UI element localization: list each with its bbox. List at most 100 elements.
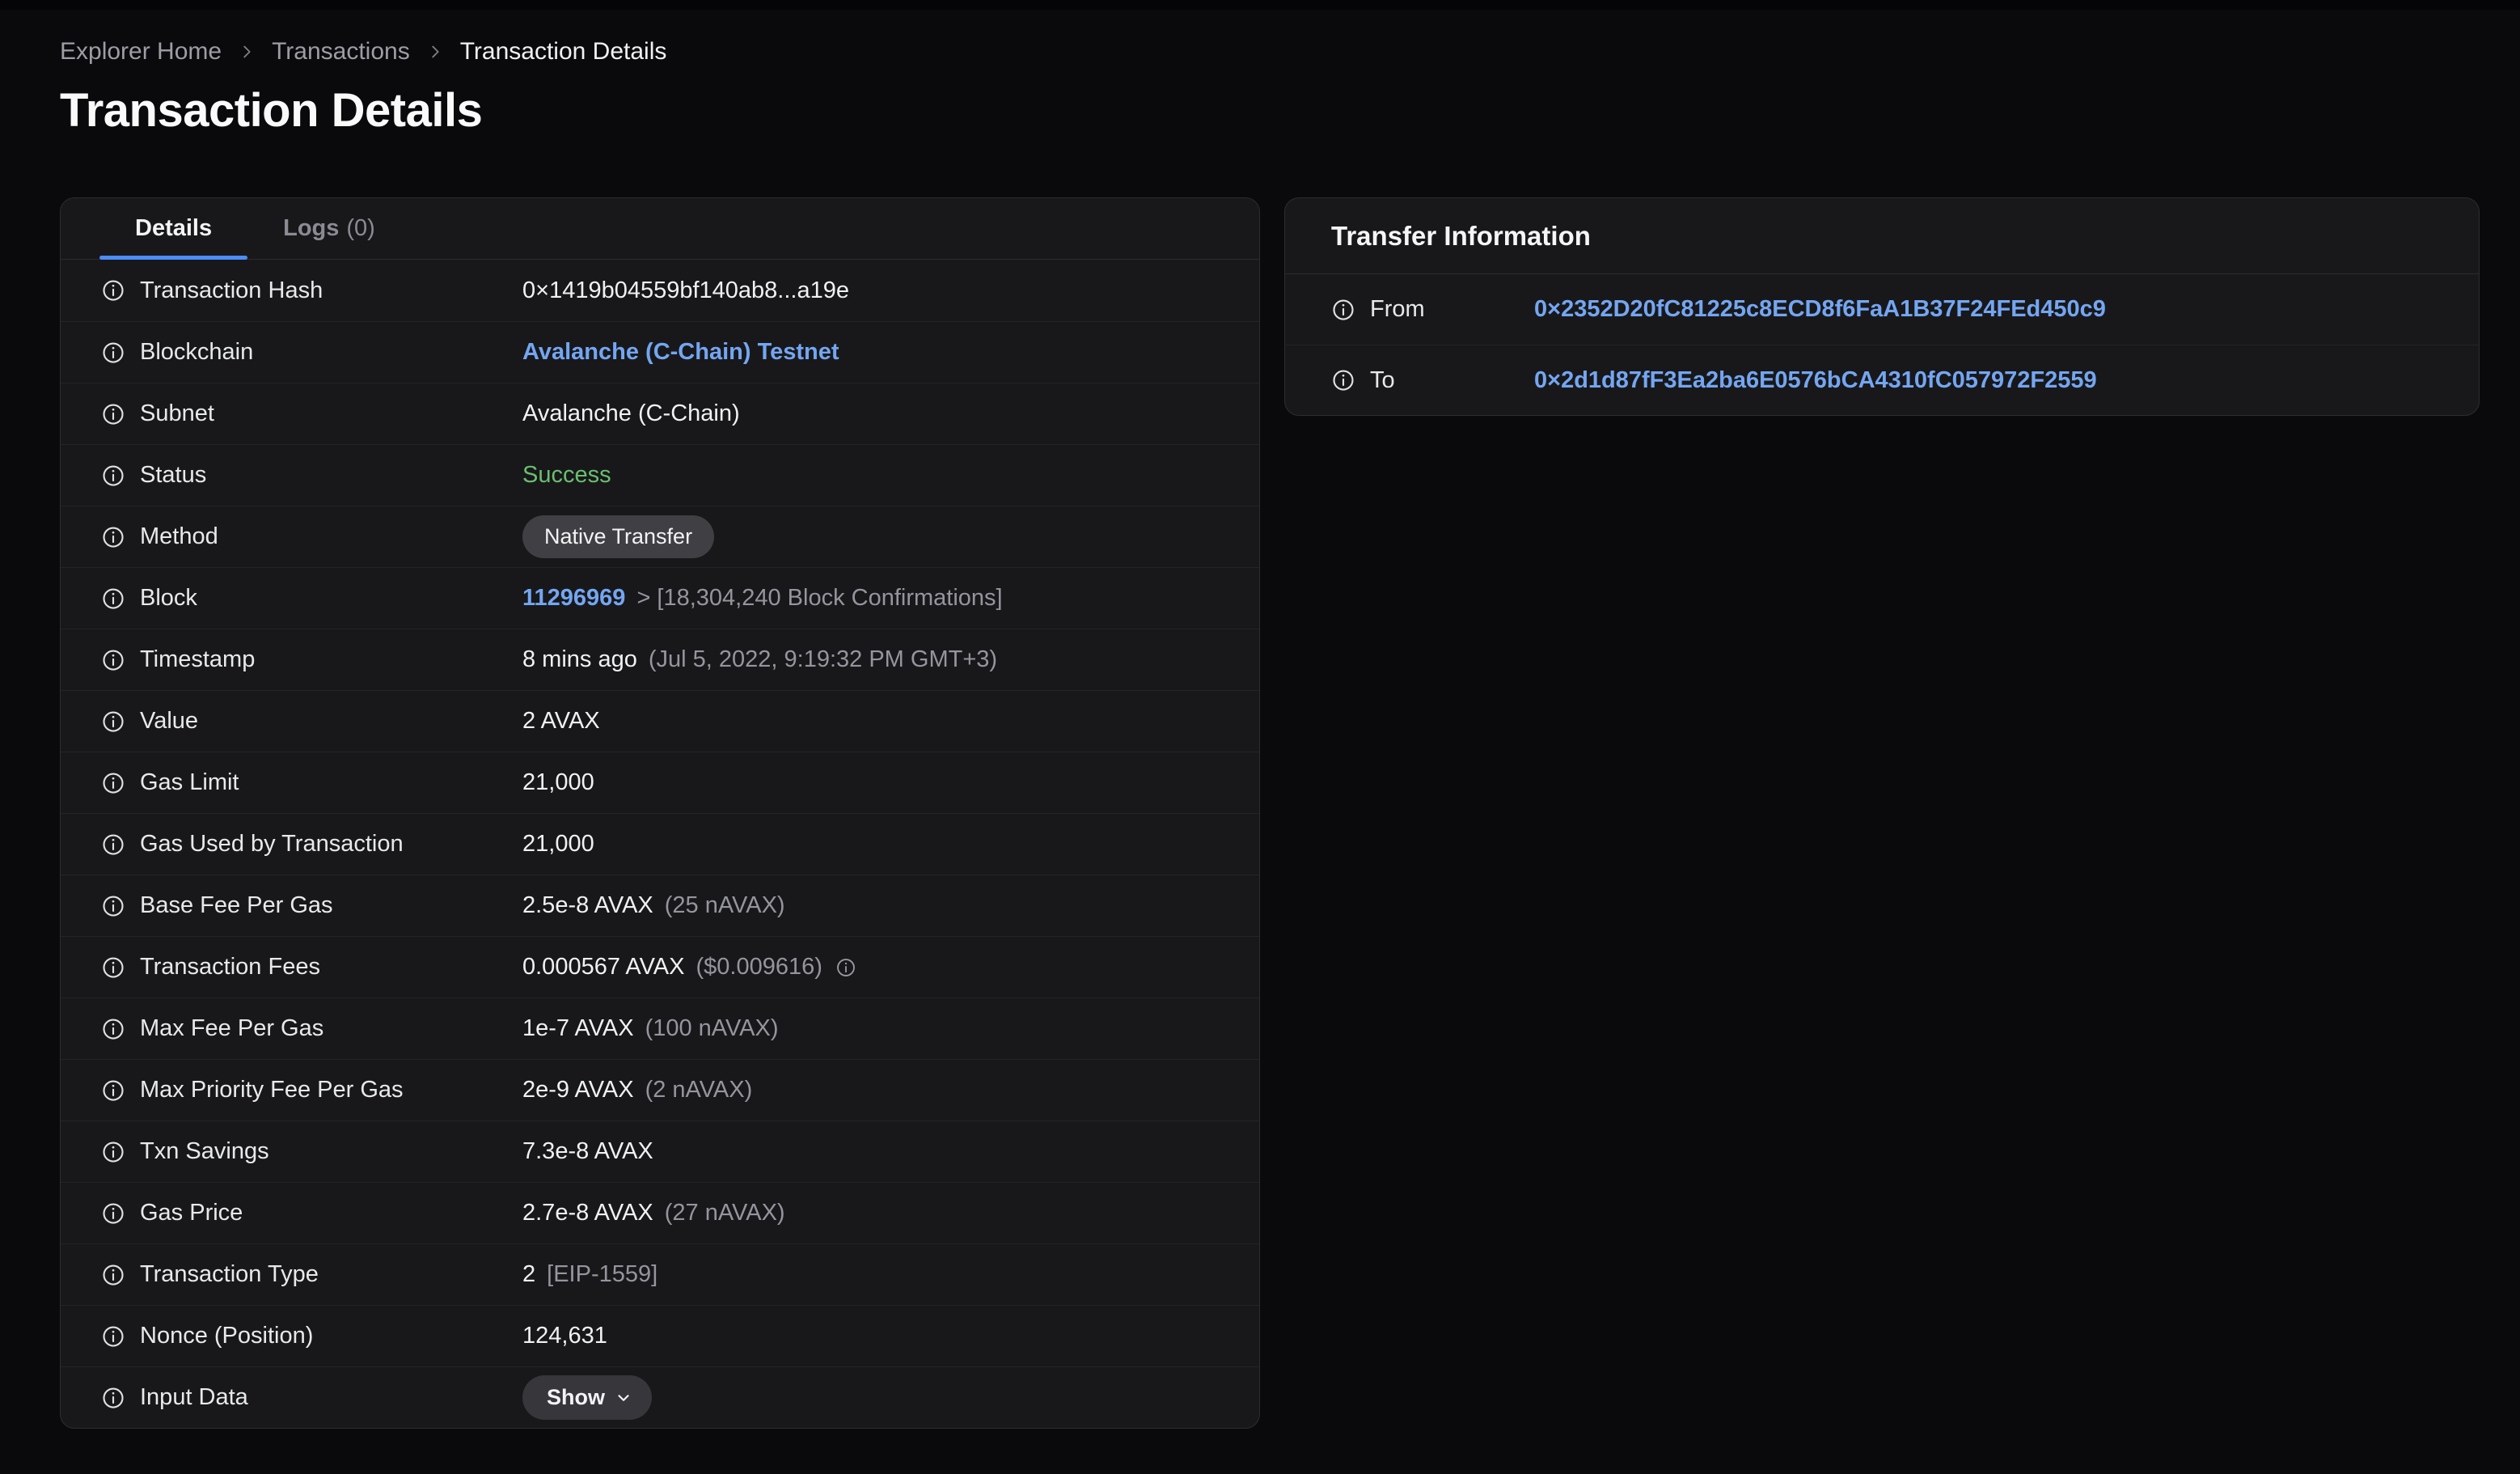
row-label: Txn Savings bbox=[140, 1138, 269, 1164]
row-block: Block 11296969 > [18,304,240 Block Confirm… bbox=[61, 567, 1259, 629]
info-icon[interactable] bbox=[101, 832, 125, 857]
info-icon[interactable] bbox=[101, 894, 125, 918]
chevron-right-icon bbox=[426, 43, 444, 61]
row-gas-price: Gas Price 2.7e-8 AVAX (27 nAVAX) bbox=[61, 1182, 1259, 1243]
info-icon[interactable] bbox=[101, 1201, 125, 1226]
row-blockchain: Blockchain Avalanche (C-Chain) Testnet bbox=[61, 321, 1259, 383]
from-value[interactable]: 0×2352D20fC81225c8ECD8f6FaA1B37F24FEd450… bbox=[1534, 296, 2106, 323]
info-icon[interactable] bbox=[101, 278, 125, 303]
tab-details-label: Details bbox=[135, 215, 213, 241]
info-icon[interactable] bbox=[1331, 298, 1355, 322]
row-label: Nonce (Position) bbox=[140, 1323, 314, 1349]
row-label: Max Priority Fee Per Gas bbox=[140, 1077, 404, 1103]
transfer-information-card: Transfer Information From 0×2352D20fC8122… bbox=[1284, 197, 2480, 416]
transfer-card-title: Transfer Information bbox=[1285, 198, 2479, 274]
info-icon[interactable] bbox=[101, 1324, 125, 1349]
info-icon[interactable] bbox=[101, 709, 125, 734]
row-label: Block bbox=[140, 585, 197, 611]
gas-price-value: 2.7e-8 AVAX bbox=[522, 1200, 653, 1226]
info-icon[interactable] bbox=[101, 1017, 125, 1041]
info-icon[interactable] bbox=[101, 1263, 125, 1287]
gas-limit-value: 21,000 bbox=[522, 769, 594, 795]
to-value[interactable]: 0×2d1d87fF3Ea2ba6E0576bCA4310fC057972F25… bbox=[1534, 367, 2097, 394]
info-icon[interactable] bbox=[101, 955, 125, 980]
show-button-label: Show bbox=[547, 1385, 605, 1409]
base-fee-per-gas-secondary: (25 nAVAX) bbox=[664, 892, 785, 918]
timestamp-value: 8 mins ago bbox=[522, 646, 637, 672]
chevron-right-icon bbox=[238, 43, 256, 61]
row-status: Status Success bbox=[61, 444, 1259, 506]
row-label: Base Fee Per Gas bbox=[140, 892, 333, 918]
tab-logs-label: Logs bbox=[283, 215, 340, 241]
row-base-fee-per-gas: Base Fee Per Gas 2.5e-8 AVAX (25 nAVAX) bbox=[61, 875, 1259, 936]
blockchain-value[interactable]: Avalanche (C-Chain) Testnet bbox=[522, 339, 839, 366]
txn-savings-value: 7.3e-8 AVAX bbox=[522, 1138, 653, 1164]
row-label: Blockchain bbox=[140, 339, 254, 365]
top-strip bbox=[0, 0, 2520, 10]
breadcrumb-explorer-home[interactable]: Explorer Home bbox=[60, 38, 222, 66]
row-label: Gas Used by Transaction bbox=[140, 831, 404, 857]
info-icon[interactable] bbox=[101, 771, 125, 795]
row-label: Method bbox=[140, 523, 218, 549]
info-icon[interactable] bbox=[835, 957, 856, 978]
details-tabbar: Details Logs (0) bbox=[61, 198, 1259, 260]
info-icon[interactable] bbox=[101, 1386, 125, 1410]
row-label: From bbox=[1370, 296, 1425, 322]
row-transaction-fees: Transaction Fees 0.000567 AVAX ($0.009616) bbox=[61, 936, 1259, 997]
row-label: Timestamp bbox=[140, 646, 256, 672]
tab-logs-count: (0) bbox=[346, 215, 375, 241]
info-icon[interactable] bbox=[101, 587, 125, 611]
transaction-details-page: Explorer Home Transactions Transaction D… bbox=[0, 10, 2520, 1429]
info-icon[interactable] bbox=[101, 464, 125, 488]
chevron-down-icon bbox=[615, 1389, 632, 1407]
tab-details[interactable]: Details bbox=[99, 198, 248, 260]
block-value[interactable]: 11296969 bbox=[522, 585, 625, 612]
info-icon[interactable] bbox=[101, 1140, 125, 1164]
row-gas-limit: Gas Limit 21,000 bbox=[61, 752, 1259, 813]
input-data-value[interactable]: Show bbox=[522, 1375, 652, 1420]
transfer-rows: From 0×2352D20fC81225c8ECD8f6FaA1B37F24FE… bbox=[1285, 274, 2479, 415]
gas-price-secondary: (27 nAVAX) bbox=[664, 1200, 785, 1226]
tab-logs[interactable]: Logs (0) bbox=[247, 198, 411, 259]
row-label: Value bbox=[140, 708, 199, 734]
row-max-priority-fee-per-gas: Max Priority Fee Per Gas 2e-9 AVAX (2 nAVA… bbox=[61, 1059, 1259, 1120]
block-secondary: > [18,304,240 Block Confirmations] bbox=[636, 585, 1003, 611]
page-title: Transaction Details bbox=[60, 84, 483, 137]
row-label: Transaction Hash bbox=[140, 277, 323, 303]
nonce-position-value: 124,631 bbox=[522, 1323, 607, 1349]
row-txn-savings: Txn Savings 7.3e-8 AVAX bbox=[61, 1120, 1259, 1182]
breadcrumb-transactions[interactable]: Transactions bbox=[272, 38, 410, 66]
row-label: Max Fee Per Gas bbox=[140, 1015, 324, 1041]
max-fee-per-gas-value: 1e-7 AVAX bbox=[522, 1015, 634, 1041]
value-value: 2 AVAX bbox=[522, 708, 600, 734]
detail-rows: Transaction Hash 0×1419b04559bf140ab8...a… bbox=[61, 260, 1259, 1428]
breadcrumb-current: Transaction Details bbox=[459, 38, 667, 65]
row-transaction-type: Transaction Type 2 [EIP-1559] bbox=[61, 1243, 1259, 1305]
row-gas-used-by-transaction: Gas Used by Transaction 21,000 bbox=[61, 813, 1259, 875]
transaction-details-card: Details Logs (0) Transaction Hash 0×1419b… bbox=[60, 197, 1260, 1429]
info-icon[interactable] bbox=[101, 402, 125, 426]
info-icon[interactable] bbox=[101, 525, 125, 549]
row-timestamp: Timestamp 8 mins ago (Jul 5, 2022, 9:19:32… bbox=[61, 629, 1259, 690]
info-icon[interactable] bbox=[101, 648, 125, 672]
row-label: Status bbox=[140, 462, 207, 488]
max-fee-per-gas-secondary: (100 nAVAX) bbox=[645, 1015, 779, 1041]
transaction-type-value: 2 bbox=[522, 1261, 536, 1287]
transaction-fees-secondary: ($0.009616) bbox=[696, 954, 822, 980]
row-from: From 0×2352D20fC81225c8ECD8f6FaA1B37F24FE… bbox=[1285, 274, 2479, 345]
info-icon[interactable] bbox=[101, 1078, 125, 1103]
base-fee-per-gas-value: 2.5e-8 AVAX bbox=[522, 892, 653, 918]
row-label: Gas Limit bbox=[140, 769, 239, 795]
info-icon[interactable] bbox=[101, 341, 125, 365]
row-transaction-hash: Transaction Hash 0×1419b04559bf140ab8...a… bbox=[61, 260, 1259, 321]
transaction-hash-value: 0×1419b04559bf140ab8...a19e bbox=[522, 277, 849, 303]
row-label: Transaction Fees bbox=[140, 954, 320, 980]
row-method: Method Native Transfer bbox=[61, 506, 1259, 567]
row-label: Transaction Type bbox=[140, 1261, 319, 1287]
row-subnet: Subnet Avalanche (C-Chain) bbox=[61, 383, 1259, 444]
row-label: Subnet bbox=[140, 400, 214, 426]
gas-used-by-transaction-value: 21,000 bbox=[522, 831, 594, 857]
row-max-fee-per-gas: Max Fee Per Gas 1e-7 AVAX (100 nAVAX) bbox=[61, 997, 1259, 1059]
info-icon[interactable] bbox=[1331, 368, 1355, 392]
subnet-value: Avalanche (C-Chain) bbox=[522, 400, 740, 426]
